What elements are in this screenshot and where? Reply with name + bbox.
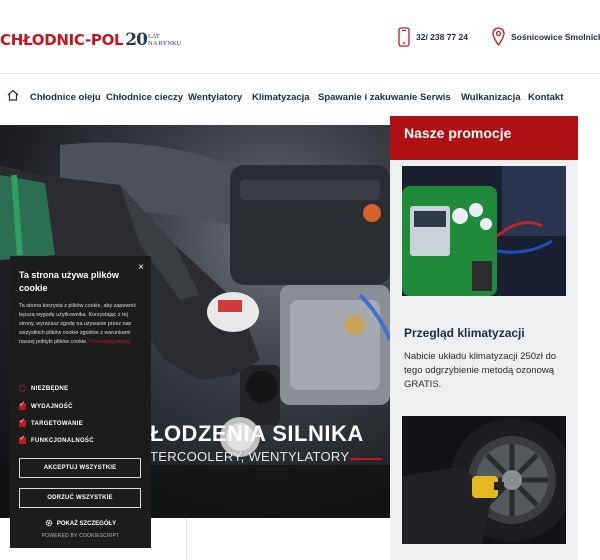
cookie-option-label: TARGETOWANIE	[31, 420, 84, 427]
header-phone[interactable]: 32/ 238 77 24	[398, 27, 468, 47]
divider	[186, 518, 187, 560]
nav-item-klimatyzacja[interactable]: Klimatyzacja	[252, 92, 310, 103]
cookie-option-performance[interactable]: WYDAJNOŚĆ	[19, 400, 73, 410]
logo-years-text: LAT NA RYNKU	[148, 33, 181, 47]
address-text: Sośnicowice Smolnicka 3	[511, 32, 600, 42]
logo-text: CHŁODNIC-POL	[0, 31, 124, 49]
checkbox-functionality[interactable]	[19, 434, 26, 444]
nav-item-wulkanizacja[interactable]: Wulkanizacja	[461, 92, 521, 103]
tire-service-image[interactable]	[402, 416, 566, 544]
location-pin-icon	[492, 27, 505, 47]
nav-item-wentylatory[interactable]: Wentylatory	[188, 92, 242, 103]
cookie-description: Ta strona korzysta z plików cookie, aby …	[19, 302, 145, 347]
promotions-header: Nasze promocje	[390, 116, 578, 160]
main-nav: Chłodnice oleju Chłodnice cieczy Wentyla…	[0, 74, 600, 120]
hero-accent-line	[350, 458, 382, 460]
hero-title: ŁODZENIA SILNIKA	[150, 421, 364, 446]
nav-item-chlodnice-cieczy[interactable]: Chłodnice cieczy	[106, 92, 183, 103]
close-icon[interactable]: ×	[138, 262, 144, 273]
nav-item-chlodnice-oleju[interactable]: Chłodnice oleju	[30, 92, 101, 103]
logo-anniversary: 20 LAT NA RYNKU	[125, 30, 181, 50]
checkbox-performance[interactable]	[19, 400, 26, 410]
show-details-button[interactable]: POKAŻ SZCZEGÓŁY	[10, 519, 151, 529]
phone-number: 32/ 238 77 24	[416, 32, 468, 42]
accept-all-button[interactable]: AKCEPTUJ WSZYSTKIE	[19, 458, 141, 478]
promo-item-description: Nabicie układu klimatyzacji 250zł do teg…	[404, 351, 557, 390]
cookie-option-targeting[interactable]: TARGETOWANIE	[19, 417, 84, 427]
logo-years-line1: LAT	[147, 33, 160, 40]
cookie-option-label: FUNKCJONALNOŚĆ	[31, 437, 94, 444]
gear-icon	[45, 519, 53, 529]
nav-item-spawanie[interactable]: Spawanie i zakuwanie	[318, 92, 417, 103]
cookie-option-label: WYDAJNOŚĆ	[31, 403, 73, 410]
cookie-option-necessary[interactable]: NIEZBĘDNE	[19, 385, 68, 392]
reject-all-button[interactable]: ODRZUĆ WSZYSTKIE	[19, 488, 141, 508]
promotions-panel: Nasze promocje Przegląd klimatyzacji Nab…	[390, 116, 578, 560]
site-header: CHŁODNIC-POL 20 LAT NA RYNKU 32/ 238 77 …	[0, 0, 600, 74]
show-details-label: POKAŻ SZCZEGÓŁY	[56, 521, 117, 527]
header-address[interactable]: Sośnicowice Smolnicka 3	[492, 27, 600, 47]
site-logo[interactable]: CHŁODNIC-POL 20 LAT NA RYNKU	[0, 30, 181, 50]
logo-years-number: 20	[125, 30, 148, 50]
checkbox-necessary[interactable]	[19, 385, 26, 392]
smartphone-icon	[398, 27, 410, 47]
promo-item-title[interactable]: Przegląd klimatyzacji	[404, 326, 525, 340]
cookie-consent-dialog: × Ta strona używa plików cookie Ta stron…	[10, 256, 151, 548]
promotions-title: Nasze promocje	[404, 125, 512, 141]
powered-by-text[interactable]: POWERED BY COOKIESCRIPT	[10, 533, 151, 539]
logo-years-line2: NA RYNKU	[147, 40, 182, 47]
cookie-title: Ta strona używa plików cookie	[19, 270, 119, 293]
home-icon[interactable]	[7, 88, 19, 106]
nav-item-kontakt[interactable]: Kontakt	[528, 92, 563, 103]
cookie-option-label: NIEZBĘDNE	[31, 385, 69, 392]
nav-item-serwis[interactable]: Serwis	[420, 92, 451, 103]
cookie-option-functionality[interactable]: FUNKCJONALNOŚĆ	[19, 434, 94, 444]
ac-service-image[interactable]	[402, 166, 566, 296]
cookie-read-more-link[interactable]: Przeczytaj więcej	[89, 339, 130, 345]
hero-subtitle: TERCOOLERY, WENTYLATORY	[150, 449, 350, 464]
checkbox-targeting[interactable]	[19, 417, 26, 427]
